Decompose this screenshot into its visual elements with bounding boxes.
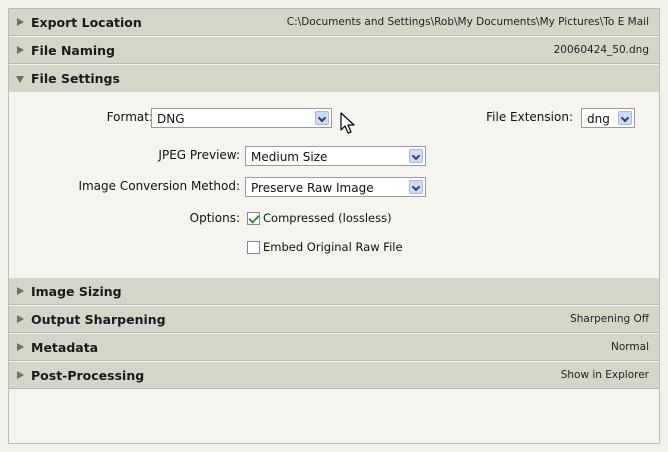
section-title: Export Location — [31, 15, 142, 30]
expand-triangle-icon[interactable] — [17, 287, 24, 295]
collapse-triangle-icon[interactable] — [16, 76, 24, 83]
jpeg-preview-value: Medium Size — [251, 150, 328, 164]
chevron-down-icon[interactable] — [409, 180, 423, 194]
conversion-method-label: Image Conversion Method: — [78, 179, 240, 193]
section-output-sharpening[interactable]: Output Sharpening Sharpening Off — [9, 306, 659, 333]
section-summary: Normal — [611, 341, 649, 353]
section-title: Output Sharpening — [31, 312, 166, 327]
conversion-method-value: Preserve Raw Image — [251, 181, 374, 195]
chevron-down-icon[interactable] — [618, 111, 632, 125]
expand-triangle-icon[interactable] — [17, 371, 24, 379]
file-extension-select[interactable]: dng — [581, 108, 635, 128]
expand-triangle-icon[interactable] — [17, 18, 24, 26]
chevron-down-icon[interactable] — [409, 149, 423, 163]
section-title: File Settings — [31, 71, 120, 86]
expand-triangle-icon[interactable] — [17, 343, 24, 351]
section-summary: Show in Explorer — [560, 369, 649, 381]
embed-raw-label[interactable]: Embed Original Raw File — [263, 240, 403, 254]
file-extension-label: File Extension: — [486, 110, 573, 124]
checkmark-icon — [248, 212, 260, 224]
options-label: Options: — [189, 211, 240, 225]
file-extension-value: dng — [587, 112, 610, 126]
section-title: File Naming — [31, 43, 115, 58]
conversion-method-select[interactable]: Preserve Raw Image — [245, 177, 426, 197]
expand-triangle-icon[interactable] — [17, 315, 24, 323]
section-export-location[interactable]: Export Location C:\Documents and Setting… — [9, 9, 659, 36]
compressed-label[interactable]: Compressed (lossless) — [263, 211, 392, 225]
section-metadata[interactable]: Metadata Normal — [9, 334, 659, 361]
embed-raw-checkbox[interactable] — [247, 241, 260, 254]
compressed-checkbox[interactable] — [247, 212, 260, 225]
section-file-settings[interactable]: File Settings — [9, 65, 659, 92]
section-image-sizing[interactable]: Image Sizing — [9, 278, 659, 305]
jpeg-preview-label: JPEG Preview: — [158, 148, 240, 162]
chevron-down-icon[interactable] — [315, 111, 329, 125]
section-summary: Sharpening Off — [570, 313, 649, 325]
section-title: Image Sizing — [31, 284, 122, 299]
section-title: Metadata — [31, 340, 99, 355]
section-post-processing[interactable]: Post-Processing Show in Explorer — [9, 362, 659, 389]
jpeg-preview-select[interactable]: Medium Size — [245, 146, 426, 166]
format-select[interactable]: DNG — [151, 108, 332, 128]
expand-triangle-icon[interactable] — [17, 46, 24, 54]
export-dialog: Export Location C:\Documents and Setting… — [8, 8, 660, 444]
format-value: DNG — [157, 112, 185, 126]
section-summary: C:\Documents and Settings\Rob\My Documen… — [286, 16, 649, 28]
section-title: Post-Processing — [31, 368, 145, 383]
file-settings-panel: Format: DNG File Extension: dng JPEG Pre… — [9, 104, 659, 276]
format-label: Format: — [106, 110, 153, 124]
section-summary: 20060424_50.dng — [553, 44, 649, 56]
mouse-pointer-icon — [340, 112, 355, 134]
section-file-naming[interactable]: File Naming 20060424_50.dng — [9, 37, 659, 64]
